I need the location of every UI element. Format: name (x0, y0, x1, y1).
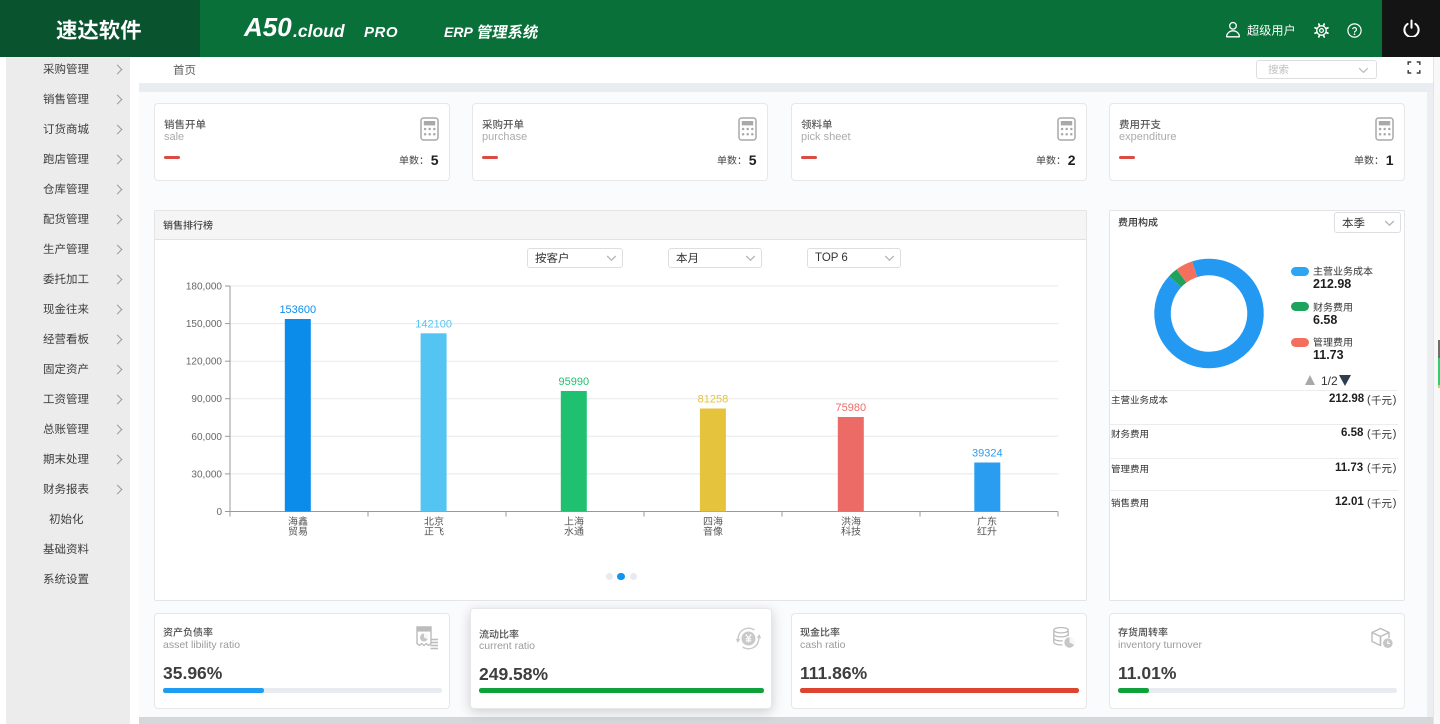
svg-text:120,000: 120,000 (186, 357, 223, 368)
svg-text:180,000: 180,000 (186, 282, 223, 293)
svg-text:150,000: 150,000 (186, 319, 223, 330)
svg-text:90,000: 90,000 (191, 394, 222, 405)
svg-text:39324: 39324 (972, 448, 1003, 460)
svg-text:75980: 75980 (836, 402, 867, 414)
svg-text:0: 0 (216, 507, 222, 518)
svg-text:142100: 142100 (415, 318, 452, 330)
svg-text:60,000: 60,000 (191, 432, 222, 443)
svg-text:153600: 153600 (279, 304, 316, 316)
svg-text:30,000: 30,000 (191, 469, 222, 480)
svg-text:95990: 95990 (559, 376, 590, 388)
svg-text:81258: 81258 (698, 394, 729, 406)
